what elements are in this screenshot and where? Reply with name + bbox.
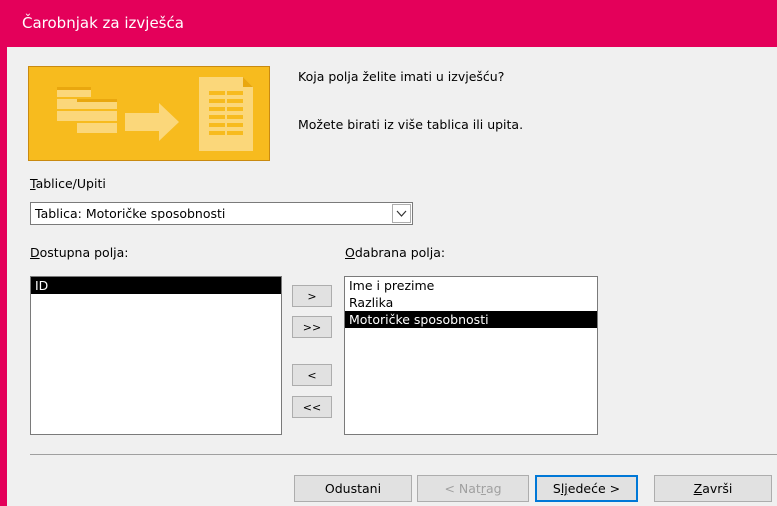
cancel-button[interactable]: Odustani — [294, 475, 412, 502]
back-button[interactable]: < Nat r ag — [417, 475, 529, 502]
chevron-down-icon — [396, 210, 407, 217]
dropdown-button[interactable] — [392, 204, 411, 223]
title-bar[interactable]: Čarobnjak za izvješća — [7, 0, 777, 47]
footer-divider — [30, 454, 777, 455]
list-item[interactable]: Motoričke sposobnosti — [345, 311, 597, 328]
remove-all-fields-button[interactable]: << — [292, 396, 332, 418]
report-wizard-window: Čarobnjak za izvješća Koja polja želite … — [0, 0, 777, 506]
window-title: Čarobnjak za izvješća — [22, 14, 184, 32]
available-fields-label: Dostupna polja: — [30, 245, 129, 260]
add-all-fields-button[interactable]: >> — [292, 316, 332, 338]
add-field-button[interactable]: > — [292, 285, 332, 307]
list-item[interactable]: Razlika — [345, 294, 597, 311]
selected-fields-label: Odabrana polja: — [345, 245, 446, 260]
tables-queries-selected-value: Tablica: Motoričke sposobnosti — [35, 206, 226, 221]
next-button[interactable]: Slj edeće > — [535, 475, 638, 502]
wizard-hint: Možete birati iz više tablica ili upita. — [298, 117, 524, 132]
table-to-report-icon — [29, 67, 269, 160]
list-item[interactable]: Ime i prezime — [345, 277, 597, 294]
selected-fields-list[interactable]: Ime i prezime Razlika Motoričke sposobno… — [344, 276, 598, 435]
remove-field-button[interactable]: < — [292, 364, 332, 386]
finish-button[interactable]: Završi — [654, 475, 772, 502]
tables-queries-dropdown[interactable]: Tablica: Motoričke sposobnosti — [30, 202, 413, 225]
wizard-banner-image — [28, 66, 270, 161]
window-left-border — [0, 0, 7, 506]
tables-queries-label: Tablice/Upiti — [30, 176, 106, 191]
list-item[interactable]: ID — [31, 277, 281, 294]
available-fields-list[interactable]: ID — [30, 276, 282, 435]
wizard-question: Koja polja želite imati u izvješću? — [298, 69, 505, 84]
